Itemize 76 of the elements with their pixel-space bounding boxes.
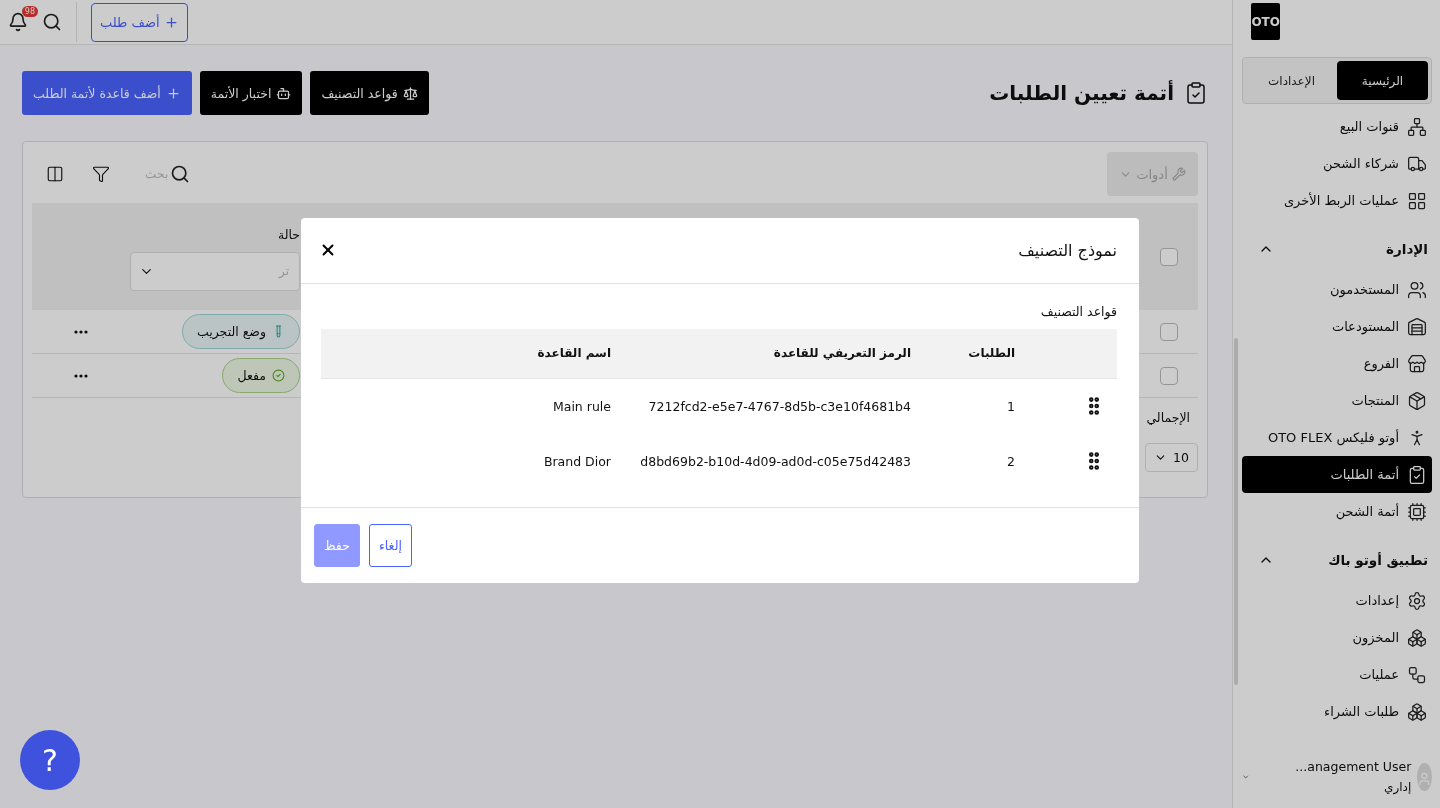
- total-label: الإجمالي: [1146, 410, 1191, 425]
- sidebar-tab[interactable]: الإعدادات: [1246, 61, 1337, 100]
- sidebar-item[interactable]: شركاء الشحن: [1242, 145, 1432, 182]
- sidebar-item[interactable]: عمليات: [1242, 656, 1432, 693]
- table-cell: 2: [1007, 453, 1015, 469]
- checkbox[interactable]: [1160, 366, 1178, 385]
- gear-icon: [1407, 590, 1427, 611]
- sidebar-item[interactable]: أتمة الطلبات: [1242, 456, 1432, 493]
- sidebar-item[interactable]: قنوات البيع: [1242, 108, 1432, 145]
- warehouse-icon: [1407, 316, 1427, 337]
- avatar: [1417, 762, 1432, 791]
- sidebar-item[interactable]: المستخدمون: [1242, 271, 1432, 308]
- grid-icon: [1407, 190, 1427, 211]
- status-badge: وضع التجريب: [181, 314, 300, 349]
- columns-icon[interactable]: [46, 165, 64, 183]
- store-icon: [1407, 353, 1427, 374]
- sidebar-item[interactable]: المنتجات: [1242, 382, 1432, 419]
- table-cell: 7212fcd2-e5e7-4767-8d5b-c3e10f4681b4: [648, 398, 911, 414]
- user-role: إداري: [1383, 780, 1412, 794]
- header-cell: [321, 328, 346, 379]
- column-header: الرمز التعريفي للقاعدة: [636, 328, 936, 379]
- wrench-icon: [1171, 167, 1186, 181]
- users-icon: [1407, 279, 1427, 300]
- more-icon[interactable]: [74, 329, 88, 334]
- table-cell: 1: [1007, 398, 1015, 414]
- scale-icon: [402, 85, 418, 101]
- action-button[interactable]: أضف قاعدة لأتمة الطلب: [22, 71, 192, 115]
- sidebar-item[interactable]: عمليات الربط الأخرى: [1242, 182, 1432, 219]
- user-name: ...anagement User: [1295, 759, 1412, 774]
- flow-icon: [1407, 664, 1427, 685]
- table-cell: Brand Dior: [543, 453, 611, 469]
- bell-icon[interactable]: [8, 12, 28, 32]
- checklist-icon: [1407, 464, 1427, 485]
- chip-icon: [1407, 501, 1427, 522]
- search-icon[interactable]: [42, 12, 62, 32]
- more-icon[interactable]: [74, 373, 88, 378]
- package-icon: [1407, 390, 1427, 411]
- logo[interactable]: OTO: [1251, 3, 1280, 40]
- filter-icon[interactable]: [92, 165, 110, 183]
- page-title: أتمة تعيين الطلبات: [989, 81, 1174, 105]
- status-badge: مفعل: [222, 358, 300, 393]
- column-header: الطلبات: [936, 328, 1040, 379]
- section-label: قواعد التصنيف: [1039, 303, 1117, 319]
- search-icon: [170, 164, 190, 184]
- section-title: الإدارة: [1386, 241, 1428, 257]
- robot-icon: [276, 85, 292, 101]
- plus-icon: [163, 14, 179, 30]
- sidebar-tab[interactable]: الرئيسية: [1337, 61, 1428, 100]
- boxes-icon: [1407, 701, 1427, 722]
- checkbox[interactable]: [1160, 247, 1178, 266]
- cancel-button[interactable]: إلغاء: [368, 523, 412, 567]
- column-header: حالة: [276, 226, 300, 242]
- sidebar-item[interactable]: طلبات الشراء: [1242, 693, 1432, 730]
- sidebar-item[interactable]: إعدادات: [1242, 582, 1432, 619]
- section-title: تطبيق أوتو باك: [1328, 552, 1428, 568]
- sidebar-item[interactable]: أوتو فليكس OTO FLEX: [1242, 419, 1432, 456]
- help-button[interactable]: ?: [20, 730, 80, 790]
- table-cell: Main rule: [552, 398, 611, 414]
- network-icon: [1407, 116, 1427, 137]
- sidebar-item[interactable]: أتمة الشحن: [1242, 493, 1432, 530]
- sidebar-item[interactable]: المخزون: [1242, 619, 1432, 656]
- sidebar-item[interactable]: المستودعات: [1242, 308, 1432, 345]
- add-order-button[interactable]: أضف طلب: [91, 2, 188, 42]
- checkbox[interactable]: [1160, 322, 1178, 341]
- table-cell: d8bd69b2-b10d-4d09-ad0d-c05e75d42483: [640, 453, 911, 469]
- column-header: اسم القاعدة: [346, 328, 636, 379]
- sidebar-item[interactable]: الفروع: [1242, 345, 1432, 382]
- page-size-select[interactable]: 10: [1145, 443, 1198, 472]
- action-button[interactable]: قواعد التصنيف: [310, 71, 429, 115]
- checklist-icon: [1184, 81, 1208, 105]
- check-circle-icon: [272, 369, 285, 382]
- notification-badge: 98: [21, 6, 38, 17]
- boxes-icon: [1407, 627, 1427, 648]
- action-button[interactable]: اختبار الأتمة: [199, 71, 303, 115]
- dialog-title: نموذج التصنيف: [1018, 240, 1117, 260]
- plus-icon: [165, 85, 181, 101]
